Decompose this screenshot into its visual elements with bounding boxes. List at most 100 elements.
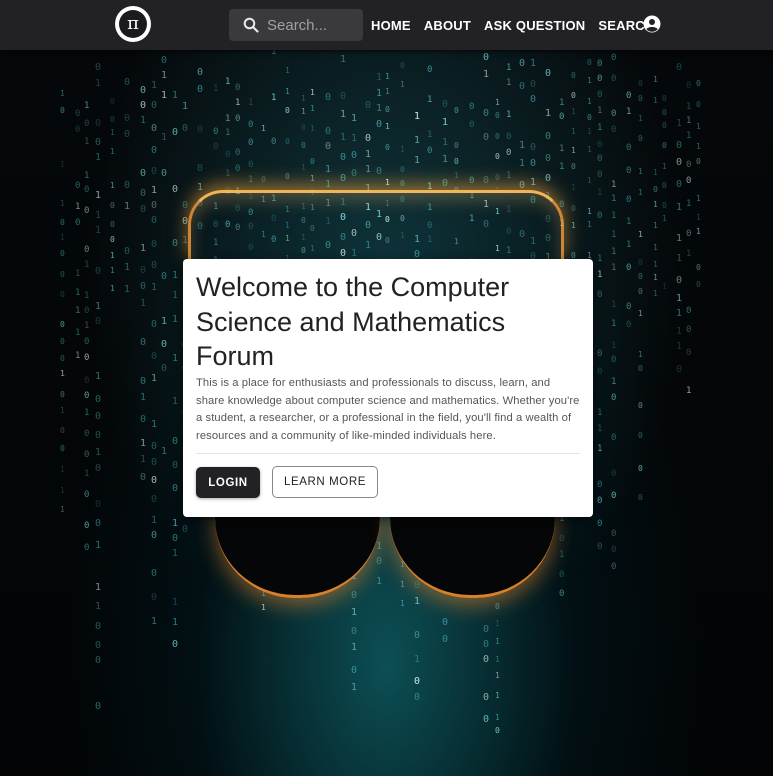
svg-text:1: 1 bbox=[611, 319, 616, 329]
svg-text:0: 0 bbox=[95, 518, 101, 529]
svg-text:0: 0 bbox=[696, 280, 701, 289]
pi-logo-icon[interactable]: π bbox=[115, 6, 151, 42]
svg-text:0: 0 bbox=[686, 176, 691, 186]
svg-text:0: 0 bbox=[151, 530, 157, 541]
svg-text:0: 0 bbox=[110, 97, 115, 106]
search-icon bbox=[243, 17, 259, 33]
svg-text:1: 1 bbox=[60, 89, 65, 98]
svg-text:1: 1 bbox=[662, 162, 667, 171]
svg-text:1: 1 bbox=[75, 269, 80, 279]
svg-text:0: 0 bbox=[611, 125, 616, 135]
svg-text:1: 1 bbox=[140, 438, 146, 449]
svg-text:0: 0 bbox=[95, 701, 101, 712]
svg-text:1: 1 bbox=[483, 69, 489, 80]
svg-text:1: 1 bbox=[161, 70, 167, 81]
svg-text:0: 0 bbox=[483, 714, 489, 725]
svg-text:0: 0 bbox=[340, 173, 346, 184]
svg-text:1: 1 bbox=[597, 424, 602, 434]
svg-text:0: 0 bbox=[172, 533, 178, 544]
learn-more-button[interactable]: LEARN MORE bbox=[272, 466, 378, 498]
svg-text:1: 1 bbox=[376, 576, 382, 587]
svg-text:0: 0 bbox=[638, 431, 643, 440]
svg-text:0: 0 bbox=[140, 100, 146, 111]
nav-link-about[interactable]: ABOUT bbox=[424, 18, 471, 33]
svg-text:0: 0 bbox=[611, 433, 616, 443]
search-box[interactable] bbox=[229, 9, 363, 41]
svg-text:0: 0 bbox=[653, 185, 658, 194]
svg-text:1: 1 bbox=[95, 190, 101, 201]
svg-text:1: 1 bbox=[686, 386, 691, 396]
svg-text:0: 0 bbox=[60, 270, 65, 279]
svg-text:1: 1 bbox=[84, 171, 89, 181]
svg-text:0: 0 bbox=[686, 325, 691, 335]
logo-inner: π bbox=[119, 10, 147, 38]
svg-text:1: 1 bbox=[638, 309, 643, 318]
svg-text:0: 0 bbox=[60, 354, 65, 363]
svg-text:0: 0 bbox=[611, 562, 616, 572]
svg-text:0: 0 bbox=[365, 100, 371, 111]
svg-text:0: 0 bbox=[151, 123, 157, 134]
svg-text:1: 1 bbox=[172, 270, 178, 281]
svg-text:1: 1 bbox=[611, 263, 616, 273]
svg-text:1: 1 bbox=[151, 185, 157, 196]
svg-text:1: 1 bbox=[427, 95, 432, 105]
svg-text:0: 0 bbox=[545, 153, 551, 164]
search-input[interactable] bbox=[267, 16, 351, 34]
svg-text:1: 1 bbox=[95, 301, 101, 312]
svg-text:1: 1 bbox=[301, 107, 306, 116]
svg-text:1: 1 bbox=[225, 169, 230, 179]
svg-text:1: 1 bbox=[325, 164, 331, 175]
svg-text:0: 0 bbox=[95, 640, 101, 651]
nav-link-ask-question[interactable]: ASK QUESTION bbox=[484, 18, 585, 33]
svg-text:0: 0 bbox=[696, 100, 701, 109]
svg-text:0: 0 bbox=[151, 457, 157, 468]
svg-text:1: 1 bbox=[611, 211, 616, 221]
svg-text:0: 0 bbox=[696, 79, 701, 88]
svg-text:1: 1 bbox=[95, 152, 101, 163]
svg-text:0: 0 bbox=[414, 580, 420, 591]
welcome-description: This is a place for enthusiasts and prof… bbox=[196, 377, 580, 442]
svg-text:1: 1 bbox=[597, 270, 602, 280]
svg-text:1: 1 bbox=[124, 284, 130, 295]
svg-text:1: 1 bbox=[340, 54, 346, 65]
svg-text:1: 1 bbox=[172, 90, 178, 101]
svg-text:1: 1 bbox=[310, 104, 315, 113]
svg-text:1: 1 bbox=[676, 202, 682, 213]
svg-text:0: 0 bbox=[151, 215, 157, 226]
svg-text:0: 0 bbox=[454, 106, 459, 115]
svg-text:0: 0 bbox=[235, 148, 240, 158]
svg-text:0: 0 bbox=[530, 94, 536, 105]
svg-text:1: 1 bbox=[611, 247, 616, 257]
svg-text:0: 0 bbox=[235, 164, 240, 174]
svg-text:1: 1 bbox=[414, 111, 420, 122]
account-circle-icon[interactable] bbox=[643, 15, 661, 33]
svg-text:0: 0 bbox=[151, 100, 157, 111]
svg-text:1: 1 bbox=[60, 369, 65, 378]
svg-text:0: 0 bbox=[506, 148, 511, 158]
login-button[interactable]: LOGIN bbox=[196, 467, 260, 498]
svg-text:1: 1 bbox=[506, 78, 511, 88]
nav-link-home[interactable]: HOME bbox=[371, 18, 411, 33]
svg-text:0: 0 bbox=[60, 218, 65, 227]
svg-text:1: 1 bbox=[653, 200, 658, 209]
svg-text:1: 1 bbox=[571, 146, 576, 155]
svg-text:0: 0 bbox=[271, 137, 276, 147]
svg-text:1: 1 bbox=[110, 284, 115, 293]
svg-text:1: 1 bbox=[571, 183, 576, 192]
svg-text:1: 1 bbox=[545, 108, 551, 119]
svg-text:0: 0 bbox=[442, 99, 448, 110]
svg-text:1: 1 bbox=[662, 282, 667, 291]
svg-text:1: 1 bbox=[676, 253, 682, 264]
svg-text:0: 0 bbox=[84, 185, 89, 195]
svg-text:1: 1 bbox=[559, 162, 564, 172]
svg-text:0: 0 bbox=[483, 624, 489, 635]
svg-text:0: 0 bbox=[638, 401, 643, 410]
top-navbar: π HOME ABOUT ASK QUESTION SEARCH bbox=[0, 0, 773, 50]
svg-text:0: 0 bbox=[235, 83, 240, 93]
svg-text:1: 1 bbox=[124, 201, 130, 212]
svg-text:0: 0 bbox=[483, 52, 489, 63]
svg-text:1: 1 bbox=[172, 617, 178, 628]
svg-text:0: 0 bbox=[60, 390, 65, 399]
svg-text:1: 1 bbox=[84, 291, 89, 301]
svg-text:0: 0 bbox=[427, 146, 432, 156]
